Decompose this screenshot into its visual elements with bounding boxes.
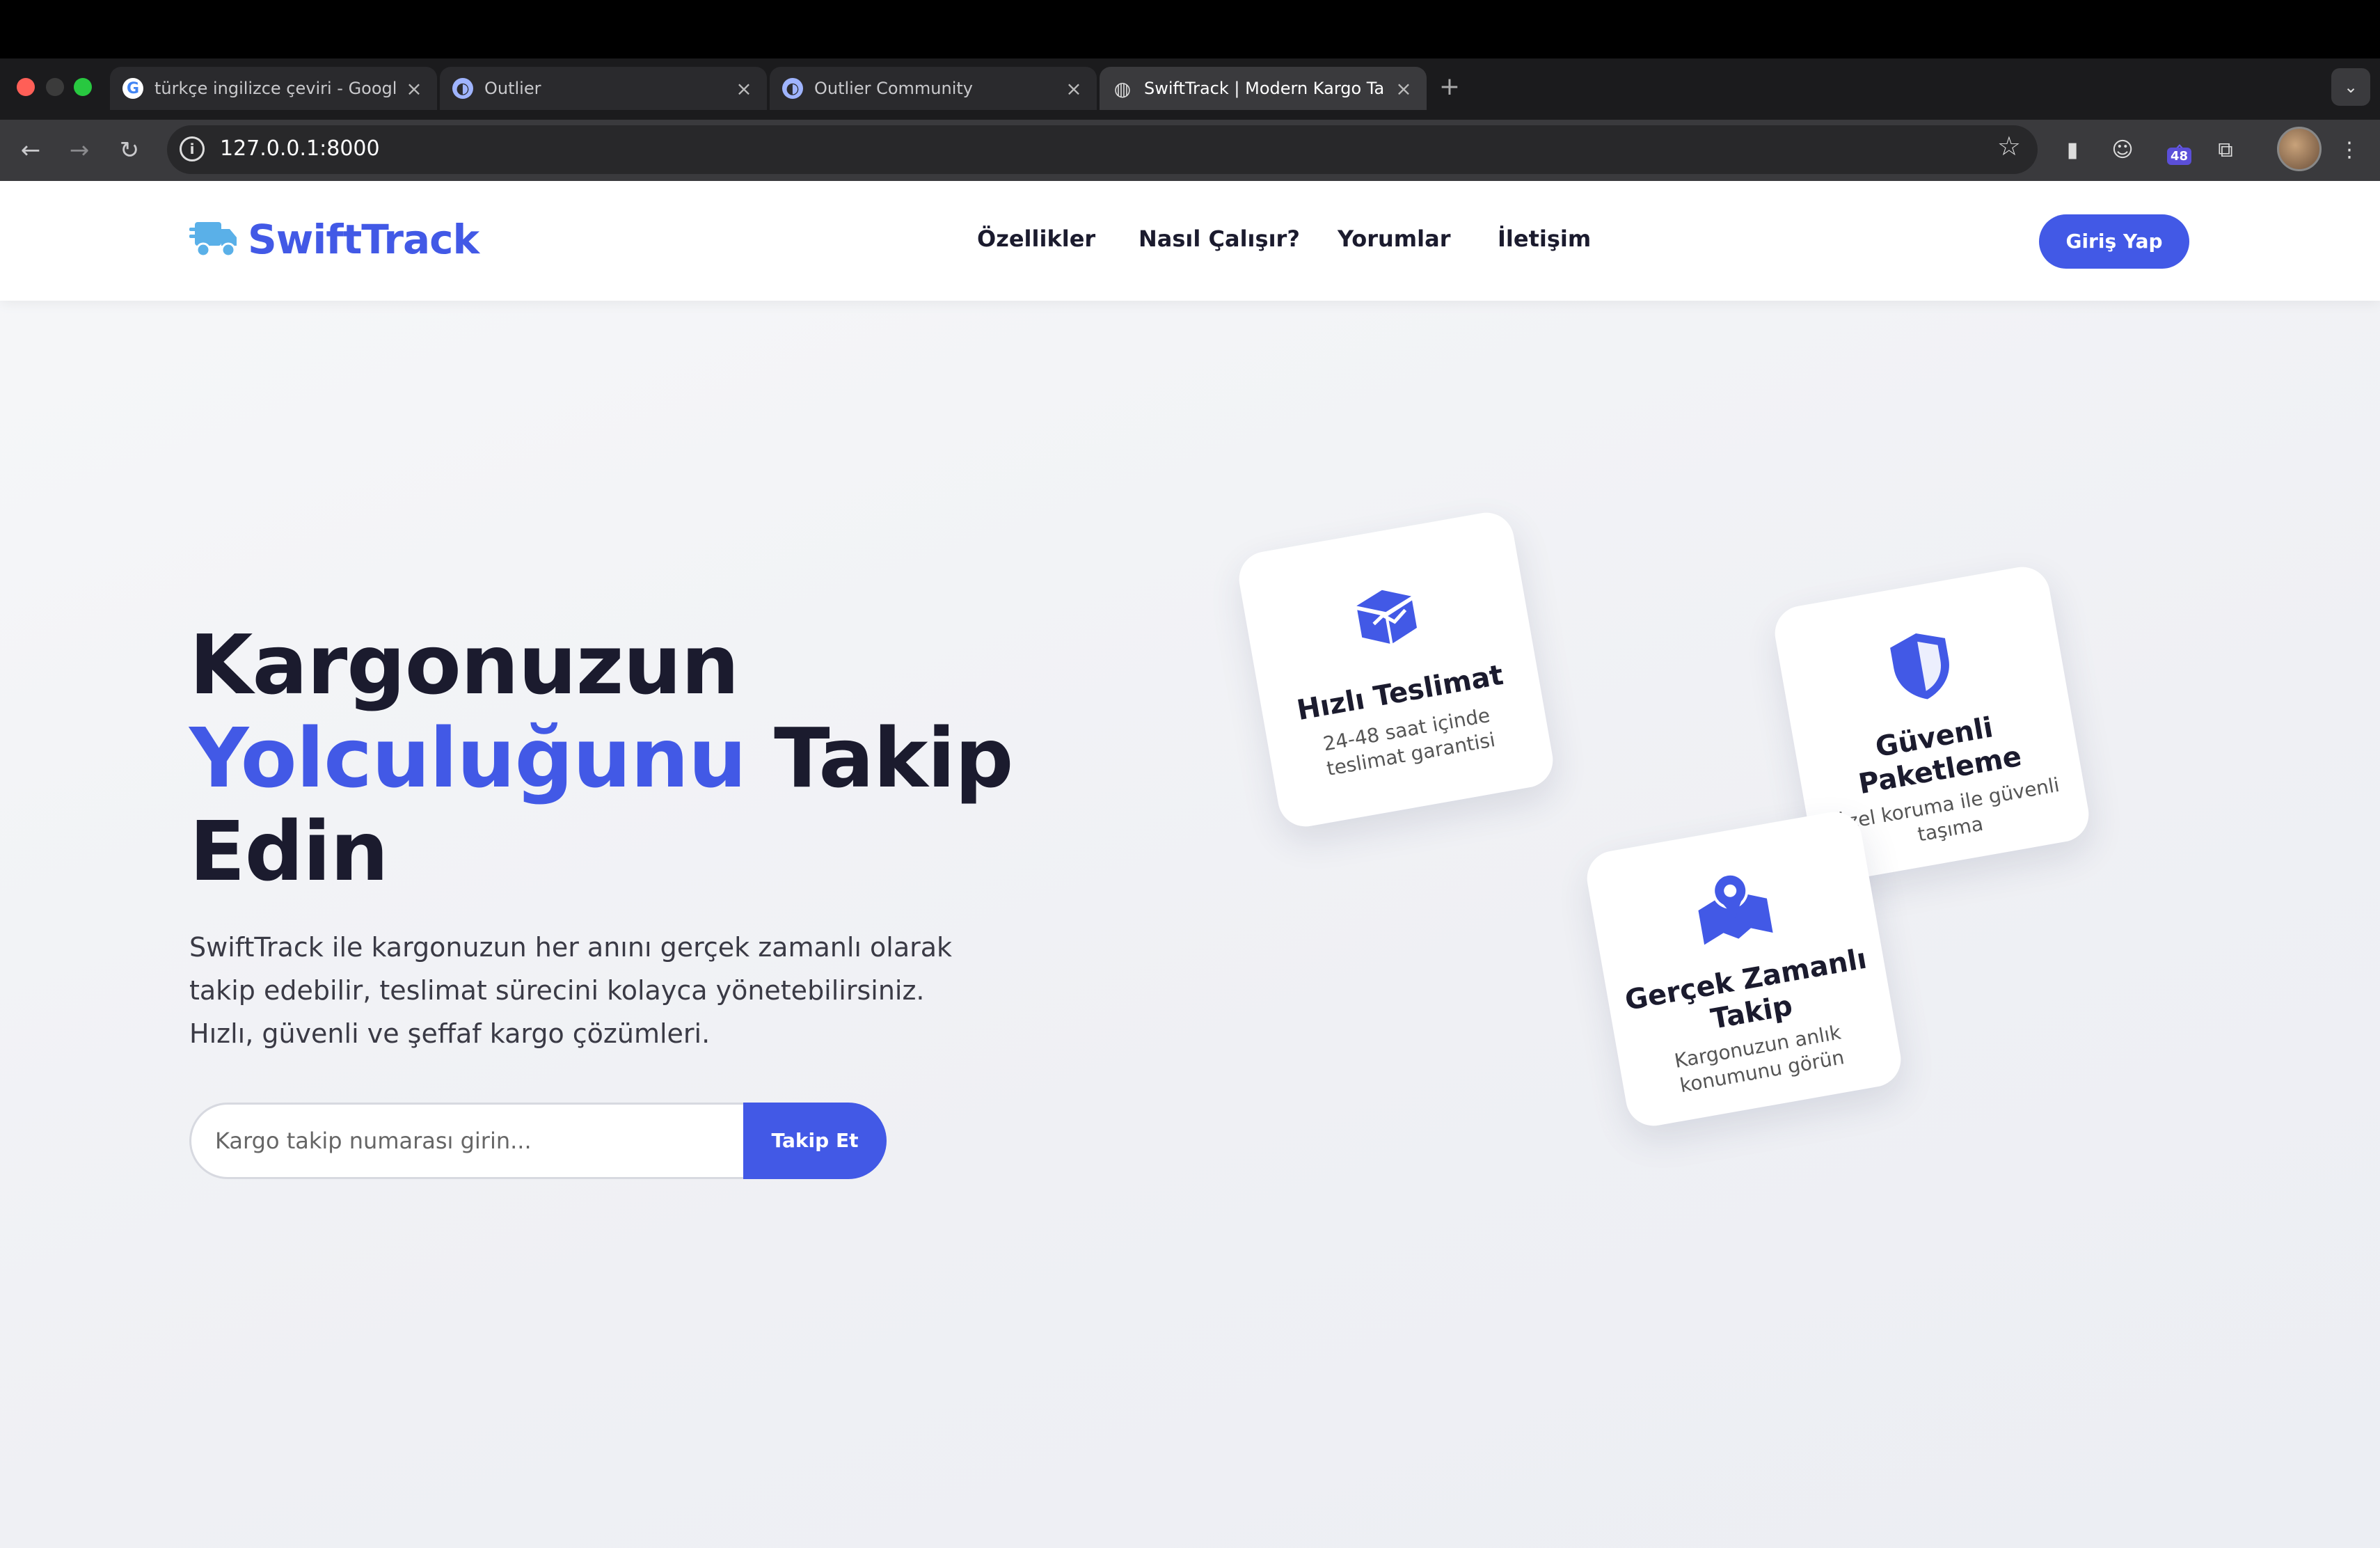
- outlier-icon: ◐: [452, 78, 473, 99]
- hero-subtitle: SwiftTrack ile kargonuzun her anını gerç…: [189, 932, 953, 1049]
- tab-outlier[interactable]: ◐ Outlier ×: [440, 67, 767, 110]
- close-tab-icon[interactable]: ×: [404, 77, 425, 100]
- hero-title-line3: Edin: [189, 803, 389, 899]
- browser-menu-icon[interactable]: ⋮: [2331, 132, 2367, 168]
- tab-swifttrack[interactable]: ◍ SwiftTrack | Modern Kargo Ta ×: [1100, 67, 1427, 110]
- feature-card-fast-delivery: Hızlı Teslimat 24-48 saat içinde teslima…: [1235, 508, 1557, 831]
- hero-title-line2: Takip: [746, 710, 1013, 806]
- nav-link-reviews[interactable]: Yorumlar: [1338, 226, 1450, 252]
- site-logo[interactable]: SwiftTrack: [189, 216, 479, 263]
- hero-title-line1: Kargonuzun: [189, 617, 739, 713]
- feature-card-real-time-tracking: Gerçek Zamanlı Takip Kargonuzun anlık ko…: [1582, 807, 1905, 1130]
- site-info-icon[interactable]: i: [180, 136, 205, 161]
- tab-title: Outlier Community: [814, 79, 974, 98]
- login-button[interactable]: Giriş Yap: [2039, 214, 2189, 269]
- tracking-number-input[interactable]: [189, 1103, 746, 1179]
- extensions-puzzle-icon[interactable]: ⧉: [2207, 132, 2244, 168]
- web-page: SwiftTrack Özellikler Nasıl Çalışır? Yor…: [0, 181, 2380, 1548]
- address-bar[interactable]: i 127.0.0.1:8000 ☆: [167, 125, 2038, 174]
- profile-avatar[interactable]: [2277, 127, 2322, 171]
- reload-icon[interactable]: ↻: [110, 131, 149, 170]
- nav-link-how-it-works[interactable]: Nasıl Çalışır?: [1139, 226, 1300, 252]
- close-tab-icon[interactable]: ×: [733, 77, 754, 100]
- tab-title: Outlier: [484, 79, 541, 98]
- close-tab-icon[interactable]: ×: [1393, 77, 1414, 100]
- box-icon: [1243, 556, 1529, 673]
- tracking-form: Takip Et: [189, 1103, 887, 1179]
- minimize-window-button[interactable]: [46, 78, 64, 96]
- tab-google-translate[interactable]: G türkçe ingilizce çeviri - Googl ×: [110, 67, 437, 110]
- logo-text: SwiftTrack: [248, 216, 479, 263]
- truck-icon: [189, 222, 237, 258]
- tab-search-button[interactable]: ⌄: [2331, 68, 2370, 106]
- bookmark-star-icon[interactable]: ☆: [1997, 131, 2021, 161]
- extension-badge: 48: [2167, 148, 2192, 165]
- nav-link-contact[interactable]: İletişim: [1498, 226, 1591, 252]
- site-navbar: SwiftTrack Özellikler Nasıl Çalışır? Yor…: [0, 181, 2380, 301]
- back-icon[interactable]: ←: [11, 131, 50, 170]
- maximize-window-button[interactable]: [74, 78, 92, 96]
- tab-title: SwiftTrack | Modern Kargo Ta: [1144, 79, 1385, 98]
- forward-icon[interactable]: →: [60, 131, 99, 170]
- close-window-button[interactable]: [17, 78, 35, 96]
- url-text: 127.0.0.1:8000: [220, 136, 380, 161]
- tab-title: türkçe ingilizce çeviri - Googl: [154, 79, 397, 98]
- screen-top-bar: [0, 0, 2380, 58]
- outlier-community-icon: ◐: [782, 78, 803, 99]
- hero-title: Kargonuzun Yolculuğunu Takip Edin: [189, 618, 1024, 898]
- google-icon: G: [122, 78, 143, 99]
- close-tab-icon[interactable]: ×: [1063, 77, 1084, 100]
- nav-link-features[interactable]: Özellikler: [977, 226, 1095, 252]
- extension-avatar-icon[interactable]: ☺: [2104, 132, 2141, 168]
- extension-docs-icon[interactable]: ▮: [2054, 132, 2091, 168]
- tab-outlier-community[interactable]: ◐ Outlier Community ×: [770, 67, 1097, 110]
- hero-title-accent: Yolculuğunu: [189, 710, 747, 806]
- globe-icon: ◍: [1113, 77, 1132, 100]
- browser-window: G türkçe ingilizce çeviri - Googl × ◐ Ou…: [0, 0, 2380, 1548]
- track-button[interactable]: Takip Et: [743, 1103, 887, 1179]
- new-tab-button[interactable]: +: [1434, 71, 1466, 103]
